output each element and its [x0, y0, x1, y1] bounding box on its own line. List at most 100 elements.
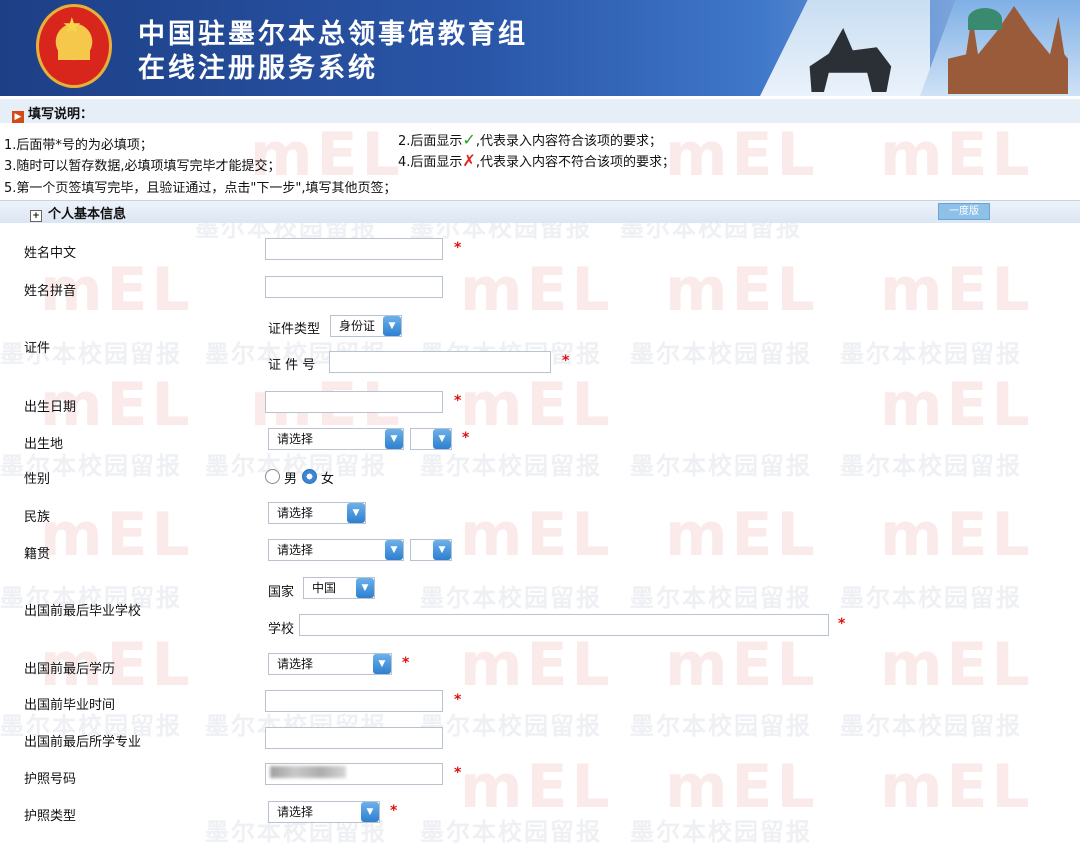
native-place-label: 籍贯 — [24, 547, 51, 562]
school-input[interactable] — [299, 614, 829, 636]
required-mark: * — [454, 393, 462, 409]
instruction-5: 5.第一个页签填写完毕，且验证通过，点击"下一步",填写其他页签； — [4, 181, 397, 196]
passport-type-value: 请选择 — [277, 805, 314, 819]
header-banner: ★ 中国驻墨尔本总领事馆教育组 在线注册服务系统 — [0, 0, 1080, 96]
gender-male-radio[interactable] — [265, 469, 280, 484]
grad-time-label: 出国前毕业时间 — [24, 698, 116, 713]
watermark-logo: mEL — [880, 370, 1034, 440]
watermark-logo: mEL — [665, 630, 819, 700]
arrow-right-icon: ▶ — [12, 111, 24, 123]
chevron-down-icon[interactable]: ▼ — [356, 578, 374, 598]
watermark-text: 墨尔本校园留报 — [630, 452, 812, 480]
name-pinyin-label: 姓名拼音 — [24, 284, 77, 299]
instruction-3: 3.随时可以暂存数据,必填项填写完毕才能提交； — [4, 159, 281, 174]
id-no-input[interactable] — [329, 351, 551, 373]
watermark-text: 墨尔本校园留报 — [840, 340, 1022, 368]
education-select[interactable]: 请选择 ▼ — [268, 653, 392, 675]
watermark-logo: mEL — [665, 752, 819, 822]
instructions-heading: ▶ 填写说明： — [12, 103, 93, 123]
chevron-down-icon[interactable]: ▼ — [433, 540, 451, 560]
section-title-text: 个人基本信息 — [48, 207, 127, 222]
watermark-text: 墨尔本校园留报 — [630, 584, 812, 612]
section-title[interactable]: + 个人基本信息 — [30, 203, 126, 222]
ethnicity-select[interactable]: 请选择 ▼ — [268, 502, 366, 524]
birthplace-province-value: 请选择 — [277, 432, 314, 446]
birth-date-input[interactable] — [265, 391, 443, 413]
required-mark: * — [454, 692, 462, 708]
watermark-text: 墨尔本校园留报 — [630, 712, 812, 740]
school-sub-label: 学校 — [268, 622, 295, 637]
instruction-1: 1.后面带*号的为必填项； — [4, 138, 153, 153]
chevron-down-icon[interactable]: ▼ — [373, 654, 391, 674]
major-input[interactable] — [265, 727, 443, 749]
chevron-down-icon[interactable]: ▼ — [433, 429, 451, 449]
watermark-text: 墨尔本校园留报 — [420, 584, 602, 612]
passport-type-select[interactable]: 请选择 ▼ — [268, 801, 380, 823]
required-mark: * — [390, 803, 398, 819]
birthplace-label: 出生地 — [24, 437, 64, 452]
watermark-logo: mEL — [880, 752, 1034, 822]
watermark-logo: mEL — [460, 752, 614, 822]
instruction-4: 4.后面显示✗,代表录入内容不符合该项的要求； — [398, 151, 675, 170]
country-select[interactable]: 中国 ▼ — [303, 577, 375, 599]
name-cn-label: 姓名中文 — [24, 246, 77, 261]
watermark-text: 墨尔本校园留报 — [630, 340, 812, 368]
watermark-logo: mEL — [40, 500, 194, 570]
gender-label: 性别 — [24, 472, 51, 487]
check-icon: ✓ — [462, 130, 476, 149]
chevron-down-icon[interactable]: ▼ — [361, 802, 379, 822]
watermark-logo: mEL — [880, 500, 1034, 570]
gender-female-radio[interactable] — [302, 469, 317, 484]
watermark-logo: mEL — [880, 255, 1034, 325]
watermark-logo: mEL — [460, 255, 614, 325]
ethnicity-value: 请选择 — [277, 506, 314, 520]
name-pinyin-input[interactable] — [265, 276, 443, 298]
chevron-down-icon[interactable]: ▼ — [383, 316, 401, 336]
section-tab-button[interactable]: 一度版 — [938, 203, 990, 220]
section-header — [0, 200, 1080, 223]
education-label: 出国前最后学历 — [24, 662, 116, 677]
id-no-label: 证 件 号 — [268, 358, 316, 373]
country-label: 国家 — [268, 585, 295, 600]
redacted-passport-number — [270, 766, 346, 778]
watermark-logo: mEL — [880, 120, 1034, 190]
chevron-down-icon[interactable]: ▼ — [385, 429, 403, 449]
birth-date-label: 出生日期 — [24, 400, 77, 415]
education-value: 请选择 — [277, 657, 314, 671]
watermark-logo: mEL — [460, 630, 614, 700]
id-type-label: 证件类型 — [268, 322, 321, 337]
chevron-down-icon[interactable]: ▼ — [385, 540, 403, 560]
native-province-value: 请选择 — [277, 543, 314, 557]
page-subtitle: 在线注册服务系统 — [138, 53, 378, 84]
required-mark: * — [454, 765, 462, 781]
school-label: 出国前最后毕业学校 — [24, 604, 142, 619]
native-province-select[interactable]: 请选择 ▼ — [268, 539, 404, 561]
id-type-value: 身份证 — [339, 319, 376, 333]
birthplace-city-select[interactable]: ▼ — [410, 428, 452, 450]
grad-time-input[interactable] — [265, 690, 443, 712]
watermark-text: 墨尔本校园留报 — [420, 712, 602, 740]
watermark-logo: mEL — [665, 255, 819, 325]
gender-female-label: 女 — [321, 472, 335, 487]
instruction-2: 2.后面显示✓,代表录入内容符合该项的要求； — [398, 130, 662, 149]
expand-icon[interactable]: + — [30, 210, 42, 222]
cross-icon: ✗ — [462, 151, 476, 170]
id-type-select[interactable]: 身份证 ▼ — [330, 315, 402, 337]
ethnicity-label: 民族 — [24, 510, 51, 525]
required-mark: * — [402, 655, 410, 671]
watermark-text: 墨尔本校园留报 — [840, 712, 1022, 740]
watermark-text: 墨尔本校园留报 — [420, 818, 602, 846]
chevron-down-icon[interactable]: ▼ — [347, 503, 365, 523]
watermark-logo: mEL — [460, 500, 614, 570]
id-label: 证件 — [24, 341, 51, 356]
watermark-logo: mEL — [880, 630, 1034, 700]
watermark-text: 墨尔本校园留报 — [840, 584, 1022, 612]
name-cn-input[interactable] — [265, 238, 443, 260]
passport-type-label: 护照类型 — [24, 809, 77, 824]
birthplace-province-select[interactable]: 请选择 ▼ — [268, 428, 404, 450]
gender-male-label: 男 — [284, 472, 298, 487]
watermark-text: 墨尔本校园留报 — [630, 818, 812, 846]
native-city-select[interactable]: ▼ — [410, 539, 452, 561]
country-value: 中国 — [312, 581, 337, 595]
passport-no-label: 护照号码 — [24, 772, 77, 787]
